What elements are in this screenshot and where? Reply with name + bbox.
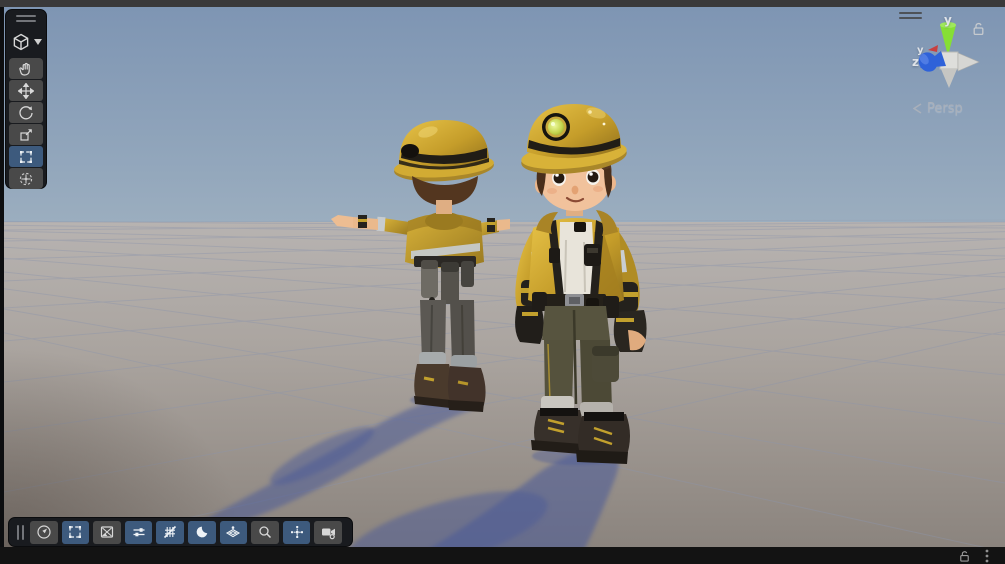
- projection-toggle[interactable]: Persp: [913, 101, 963, 116]
- snap-move-button[interactable]: [282, 520, 311, 544]
- move-tool-button[interactable]: [9, 80, 43, 101]
- projection-label: Persp: [927, 101, 963, 116]
- caret-down-icon: [33, 39, 42, 45]
- moon-icon: [196, 526, 208, 538]
- gizmo-x-axis[interactable]: [928, 45, 938, 52]
- gizmo-axis-right[interactable]: [958, 53, 979, 71]
- status-bar: [0, 547, 1005, 564]
- gizmo-axis-down[interactable]: [941, 69, 957, 88]
- image-x-icon: [100, 526, 114, 538]
- scene-viewport[interactable]: y y z Persp: [4, 7, 1005, 547]
- layers-diamond-icon: [226, 526, 241, 538]
- unlock-icon[interactable]: [958, 549, 971, 563]
- gizmo-z-label[interactable]: z: [912, 55, 919, 69]
- cube-icon: [13, 33, 28, 51]
- grid-visibility-button[interactable]: [156, 520, 184, 544]
- gizmo-y-label[interactable]: y: [944, 13, 952, 27]
- tools-overlay-panel: [5, 9, 47, 189]
- gizmo-y-axis[interactable]: [940, 25, 956, 56]
- overlay-drag-handle-icon[interactable]: [16, 15, 36, 25]
- transform-tools: [9, 58, 43, 189]
- scene-render: [4, 104, 1005, 547]
- compass-icon: [37, 525, 51, 539]
- rect-dashed-icon: [69, 526, 82, 538]
- transform-gizmo-icon: [19, 172, 33, 185]
- kebab-menu-icon[interactable]: [985, 549, 989, 563]
- gizmos-compass-button[interactable]: [30, 520, 58, 544]
- rect-dashed-icon: [20, 150, 32, 163]
- scale-tool-button[interactable]: [9, 124, 43, 145]
- move-arrows-icon: [18, 82, 34, 99]
- search-button[interactable]: [251, 520, 279, 544]
- grid-crossed-icon: [164, 525, 177, 539]
- toolbar-drag-handle-icon[interactable]: [17, 524, 24, 540]
- scale-arrow-icon: [20, 128, 32, 141]
- lock-icon[interactable]: [971, 21, 986, 36]
- window-top-border: [0, 0, 1005, 7]
- rect-marquee-button[interactable]: [61, 520, 90, 544]
- effects-toggle-button[interactable]: [219, 520, 248, 544]
- chevron-left-icon: [913, 103, 922, 114]
- rotate-tool-button[interactable]: [9, 102, 43, 123]
- rotate-arrows-icon: [19, 105, 33, 119]
- scene-view-toolbar: [8, 517, 353, 547]
- view-settings-button[interactable]: [124, 520, 153, 544]
- lighting-toggle-button[interactable]: [187, 520, 216, 544]
- rect-tool-button[interactable]: [9, 146, 43, 167]
- pan-tool-button[interactable]: [9, 58, 43, 79]
- sliders-icon: [133, 528, 145, 537]
- camera-settings-button[interactable]: [314, 520, 342, 544]
- move-dots-icon: [290, 526, 303, 538]
- miner-character-front[interactable]: [515, 104, 647, 464]
- editor-window: y y z Persp: [0, 0, 1005, 564]
- view-mode-dropdown[interactable]: [11, 32, 42, 52]
- transform-tool-button[interactable]: [9, 168, 43, 189]
- skybox-toggle-button[interactable]: [93, 520, 121, 544]
- hand-icon: [19, 62, 30, 76]
- ground-vignette: [4, 215, 404, 547]
- video-camera-icon: [321, 528, 335, 540]
- magnifier-icon: [259, 526, 271, 539]
- window-left-border: [0, 7, 4, 547]
